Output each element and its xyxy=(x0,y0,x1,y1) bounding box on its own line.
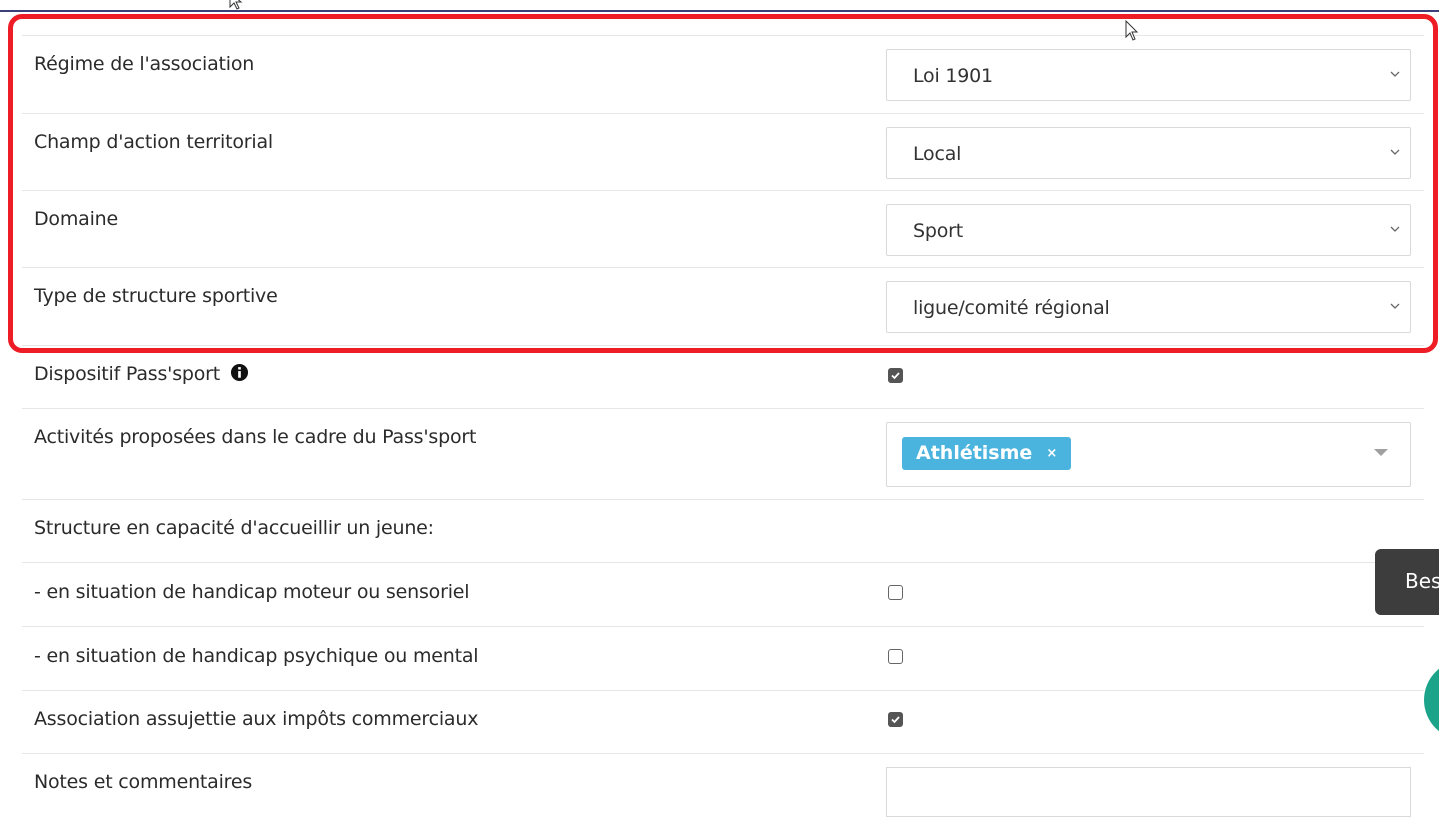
cursor-icon xyxy=(1125,20,1139,41)
info-icon[interactable] xyxy=(230,363,249,382)
impots-label: Association assujettie aux impôts commer… xyxy=(34,708,479,730)
chevron-down-icon xyxy=(1390,303,1400,309)
form-row-handicap-moteur: - en situation de handicap moteur ou sen… xyxy=(22,562,1424,626)
notes-textarea[interactable] xyxy=(886,767,1411,817)
tag-remove-icon[interactable]: × xyxy=(1046,437,1057,470)
chat-bubble-button[interactable] xyxy=(1424,660,1439,740)
form-row-pass-sport: Dispositif Pass'sport xyxy=(22,345,1424,408)
regime-select-value: Loi 1901 xyxy=(913,65,993,87)
type-structure-label: Type de structure sportive xyxy=(34,285,278,307)
activites-multiselect[interactable]: Athlétisme × xyxy=(886,422,1411,487)
tag-athletisme: Athlétisme × xyxy=(902,437,1072,470)
domaine-select[interactable]: Sport xyxy=(886,204,1411,256)
type-structure-select[interactable]: ligue/comité régional xyxy=(886,281,1411,333)
form-row-notes: Notes et commentaires xyxy=(22,753,1424,817)
form-row-type-structure: Type de structure sportive ligue/comité … xyxy=(22,267,1424,345)
chevron-down-icon xyxy=(1390,71,1400,77)
handicap-moteur-checkbox[interactable] xyxy=(888,585,903,600)
form-row-impots: Association assujettie aux impôts commer… xyxy=(22,690,1424,753)
domaine-select-value: Sport xyxy=(913,220,964,242)
chevron-down-icon xyxy=(1390,226,1400,232)
notes-label: Notes et commentaires xyxy=(34,771,253,793)
impots-checkbox[interactable] xyxy=(888,712,903,727)
form-row-champ: Champ d'action territorial Local xyxy=(22,113,1424,190)
champ-label: Champ d'action territorial xyxy=(34,131,273,153)
domaine-label: Domaine xyxy=(34,208,119,230)
handicap-moteur-label: - en situation de handicap moteur ou sen… xyxy=(34,581,470,603)
top-divider xyxy=(0,0,1439,12)
regime-select[interactable]: Loi 1901 xyxy=(886,49,1411,101)
check-icon xyxy=(891,716,900,724)
form-row-handicap-psychique: - en situation de handicap psychique ou … xyxy=(22,626,1424,690)
activites-label: Activités proposées dans le cadre du Pas… xyxy=(34,426,477,448)
handicap-psychique-checkbox[interactable] xyxy=(888,649,903,664)
form-row-accueil-header: Structure en capacité d'accueillir un je… xyxy=(22,499,1424,562)
check-icon xyxy=(891,372,900,380)
handicap-psychique-label: - en situation de handicap psychique ou … xyxy=(34,645,479,667)
pass-sport-label: Dispositif Pass'sport xyxy=(34,363,221,385)
form-row-domaine: Domaine Sport xyxy=(22,190,1424,267)
champ-select[interactable]: Local xyxy=(886,127,1411,179)
pass-sport-label-wrap: Dispositif Pass'sport xyxy=(34,363,249,385)
cursor-icon xyxy=(229,0,243,10)
form-row-regime: Régime de l'association Loi 1901 xyxy=(22,35,1424,113)
tag-label: Athlétisme xyxy=(916,442,1033,464)
help-tooltip-text: Bes xyxy=(1405,569,1439,593)
regime-label: Régime de l'association xyxy=(34,53,255,75)
champ-select-value: Local xyxy=(913,143,962,165)
form-row-activites: Activités proposées dans le cadre du Pas… xyxy=(22,408,1424,499)
chevron-down-icon xyxy=(1390,149,1400,155)
pass-sport-checkbox[interactable] xyxy=(888,368,903,383)
type-structure-select-value: ligue/comité régional xyxy=(913,297,1110,319)
help-tooltip[interactable]: Bes xyxy=(1375,549,1439,615)
dropdown-arrow-icon[interactable] xyxy=(1374,449,1388,456)
accueil-header-label: Structure en capacité d'accueillir un je… xyxy=(34,517,434,539)
